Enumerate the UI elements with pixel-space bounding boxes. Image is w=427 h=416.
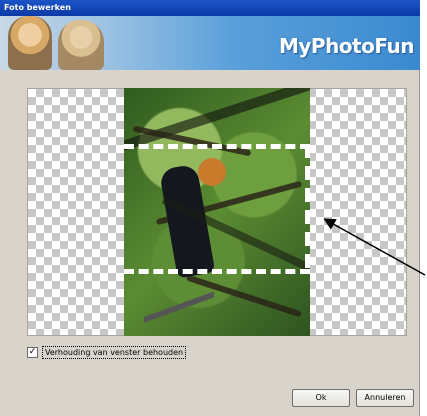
- brand-logo: MyPhotoFun: [278, 34, 415, 58]
- photo-subject-head: [198, 158, 226, 186]
- keep-aspect-ratio-label[interactable]: Verhouding van venster behouden: [42, 346, 187, 359]
- header-banner: MyPhotoFun: [0, 16, 420, 70]
- keep-aspect-ratio-checkbox[interactable]: ✓: [27, 347, 38, 358]
- ok-button[interactable]: Ok: [292, 389, 350, 407]
- window-title: Foto bewerken: [0, 0, 420, 16]
- photo-preview[interactable]: [124, 88, 310, 336]
- keep-aspect-ratio-option[interactable]: ✓ Verhouding van venster behouden: [27, 346, 187, 359]
- cancel-button[interactable]: Annuleren: [356, 389, 414, 407]
- tree-branch: [132, 125, 252, 157]
- banner-photo-person-1: [8, 16, 52, 70]
- banner-photo-person-2: [58, 20, 104, 70]
- photo-edit-dialog: Foto bewerken MyPhotoFun ✓ Verhouding va…: [0, 0, 420, 416]
- photo-ladder: [144, 278, 214, 336]
